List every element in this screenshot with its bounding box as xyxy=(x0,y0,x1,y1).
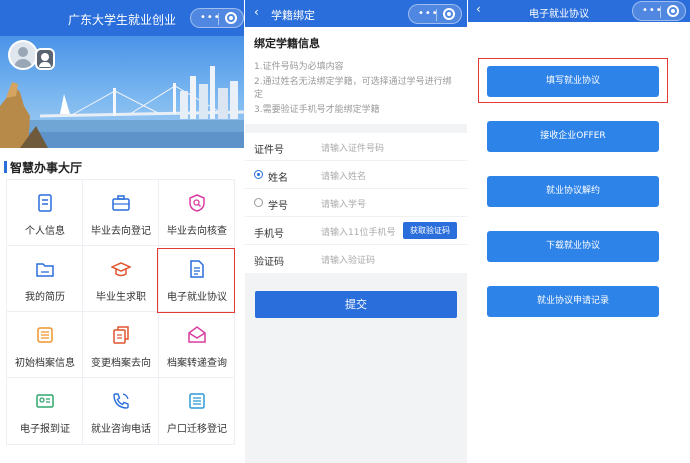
page-title: 学籍绑定 xyxy=(271,9,315,22)
grid-item-initial-archive[interactable]: 初始档案信息 xyxy=(7,312,83,378)
grid-item-change-archive[interactable]: 变更档案去向 xyxy=(83,312,159,378)
terminate-agreement-button[interactable]: 就业协议解约 xyxy=(487,176,659,207)
bind-form: 证件号 请输入证件号码 姓名 请输入姓名 学号 请输入学号 手机号 请输入11位… xyxy=(245,133,467,273)
miniapp-capsule: ••• xyxy=(632,1,686,21)
name-radio[interactable] xyxy=(254,170,263,179)
grid-item-label: 毕业去向核查 xyxy=(167,226,227,237)
shield-search-icon xyxy=(189,194,205,212)
note-line: 2.通过姓名无法绑定学籍，可选择通过学号进行绑定 xyxy=(254,77,452,100)
grid-item-graduation-register[interactable]: 毕业去向登记 xyxy=(83,180,159,246)
field-label: 手机号 xyxy=(254,229,284,240)
grid-item-label: 毕业生求职 xyxy=(96,292,146,303)
grid-item-label: 档案转递查询 xyxy=(167,358,227,369)
screenshot-composite: 广东大学生就业创业 ••• 智慧办事大厅 个人信息 毕业去向登记 毕业去向核查 … xyxy=(0,0,690,463)
grid-item-label: 初始档案信息 xyxy=(15,358,75,369)
form-row-phone: 手机号 请输入11位手机号 获取验证码 xyxy=(245,217,467,245)
mail-open-icon xyxy=(188,326,206,343)
section-title: 智慧办事大厅 xyxy=(3,161,83,175)
note-line: 1.证件号码为必填内容 xyxy=(254,62,344,72)
phone-input[interactable]: 请输入11位手机号 xyxy=(321,225,395,238)
grid-item-job-seeking[interactable]: 毕业生求职 xyxy=(83,246,159,312)
archive-icon xyxy=(37,327,53,343)
form-row-id: 证件号 请输入证件号码 xyxy=(245,133,467,161)
grid-item-label: 电子报到证 xyxy=(20,424,70,435)
grid-item-my-resume[interactable]: 我的简历 xyxy=(7,246,83,312)
target-icon[interactable] xyxy=(443,8,455,20)
form-row-name: 姓名 请输入姓名 xyxy=(245,161,467,189)
grid-item-label: 毕业去向登记 xyxy=(91,226,151,237)
field-label: 姓名 xyxy=(268,173,288,184)
phone-icon xyxy=(113,393,129,409)
target-icon[interactable] xyxy=(225,12,237,24)
bind-student-screen: ‹ 学籍绑定 ••• 绑定学籍信息 1.证件号码为必填内容 2.通过姓名无法绑定… xyxy=(245,0,467,463)
graduation-cap-icon xyxy=(111,262,131,277)
download-agreement-button[interactable]: 下载就业协议 xyxy=(487,231,659,262)
form-row-student-no: 学号 请输入学号 xyxy=(245,189,467,217)
submit-button[interactable]: 提交 xyxy=(255,291,457,318)
back-icon[interactable]: ‹ xyxy=(254,5,259,19)
grid-item-label: 就业咨询电话 xyxy=(91,424,151,435)
grid-item-graduation-check[interactable]: 毕业去向核查 xyxy=(159,180,235,246)
grid-item-label: 我的简历 xyxy=(25,292,65,303)
receive-offer-button[interactable]: 接收企业OFFER xyxy=(487,121,659,152)
list-icon xyxy=(189,393,205,409)
student-no-radio[interactable] xyxy=(254,198,263,207)
banner-image xyxy=(0,36,244,148)
nav-bar: 广东大学生就业创业 ••• xyxy=(0,0,244,36)
grid-item-household-register[interactable]: 户口迁移登记 xyxy=(159,378,235,444)
grid-item-consult-phone[interactable]: 就业咨询电话 xyxy=(83,378,159,444)
grid-item-archive-transfer[interactable]: 档案转递查询 xyxy=(159,312,235,378)
grid-item-label: 户口迁移登记 xyxy=(167,424,227,435)
grid-item-e-report-card[interactable]: 电子报到证 xyxy=(7,378,83,444)
name-input[interactable]: 请输入姓名 xyxy=(321,169,366,182)
miniapp-capsule: ••• xyxy=(190,8,244,28)
miniapp-capsule: ••• xyxy=(408,4,462,24)
files-icon xyxy=(113,326,129,344)
grid-item-label: 个人信息 xyxy=(25,226,65,237)
student-no-input[interactable]: 请输入学号 xyxy=(321,197,366,210)
card-title: 绑定学籍信息 xyxy=(254,37,320,50)
info-card: 绑定学籍信息 1.证件号码为必填内容 2.通过姓名无法绑定学籍，可选择通过学号进… xyxy=(245,27,467,124)
document-icon xyxy=(38,194,52,212)
home-screen: 广东大学生就业创业 ••• 智慧办事大厅 个人信息 毕业去向登记 毕业去向核查 … xyxy=(0,0,244,463)
folder-icon xyxy=(36,263,54,277)
briefcase-icon xyxy=(112,195,130,211)
e-agreement-screen: ‹ 电子就业协议 ••• 填写就业协议 接收企业OFFER 就业协议解约 下载就… xyxy=(468,0,690,463)
highlight-box xyxy=(478,58,668,103)
agreement-records-button[interactable]: 就业协议申请记录 xyxy=(487,286,659,317)
grid-item-label: 变更档案去向 xyxy=(91,358,151,369)
id-number-input[interactable]: 请输入证件号码 xyxy=(321,141,384,154)
nav-bar: ‹ 电子就业协议 ••• xyxy=(468,0,690,22)
note-line: 3.需要验证手机号才能绑定学籍 xyxy=(254,105,380,115)
nav-bar: ‹ 学籍绑定 ••• xyxy=(245,0,467,27)
verify-code-input[interactable]: 请输入验证码 xyxy=(321,253,375,266)
field-label: 验证码 xyxy=(254,257,284,268)
field-label: 学号 xyxy=(268,201,288,212)
get-code-button[interactable]: 获取验证码 xyxy=(403,222,457,239)
form-row-code: 验证码 请输入验证码 xyxy=(245,245,467,273)
page-title: 电子就业协议 xyxy=(529,9,589,20)
grid-item-personal-info[interactable]: 个人信息 xyxy=(7,180,83,246)
target-icon[interactable] xyxy=(667,5,679,17)
id-card-icon xyxy=(36,394,54,408)
user-badge-icon xyxy=(35,48,55,70)
highlight-box xyxy=(157,248,235,313)
avatar[interactable] xyxy=(8,40,38,70)
field-label: 证件号 xyxy=(254,145,284,156)
